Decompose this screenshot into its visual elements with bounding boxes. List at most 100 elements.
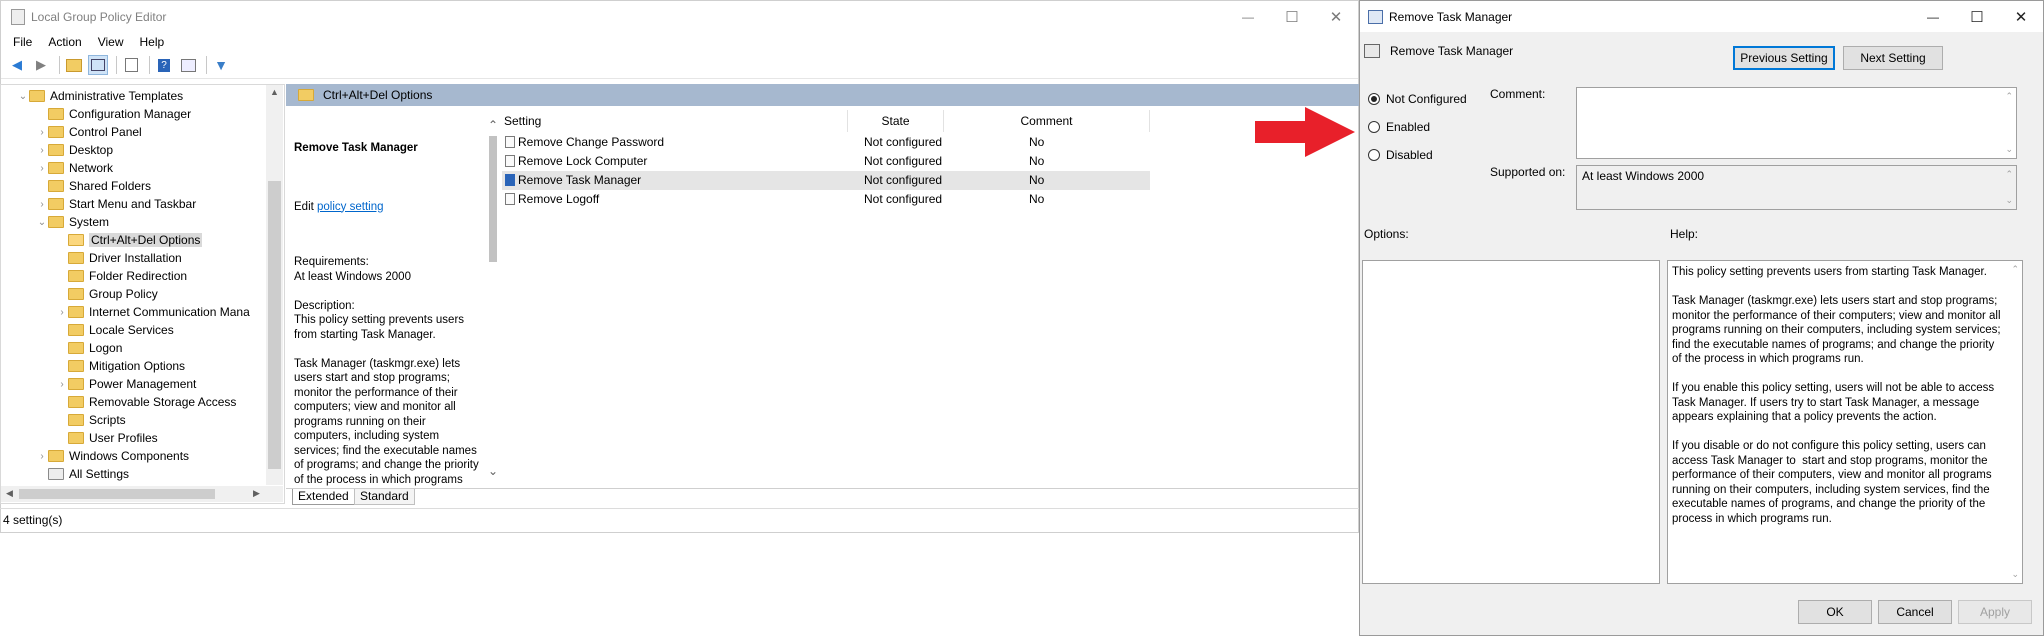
minimize-button[interactable]: — — [1226, 1, 1270, 32]
supported-on-label: Supported on: — [1490, 165, 1566, 179]
scroll-down-icon[interactable]: ⌄ — [488, 464, 498, 478]
cell-setting: Remove Lock Computer — [518, 154, 648, 168]
tree-item[interactable]: › Start Menu and Taskbar — [36, 195, 196, 213]
collapse-arrow-icon[interactable]: ⌄ — [36, 217, 48, 228]
scroll-up-icon[interactable]: ⌃ — [2005, 91, 2013, 102]
scroll-up-icon[interactable]: ⌃ — [2011, 264, 2019, 275]
dialog-minimize-button[interactable]: — — [1911, 1, 1955, 32]
tree-item[interactable]: Shared Folders — [36, 177, 151, 195]
tree-vertical-scrollbar[interactable]: ▲ — [266, 85, 283, 485]
tree-item[interactable]: › Internet Communication Mana — [56, 303, 249, 321]
column-comment[interactable]: Comment — [944, 110, 1150, 132]
close-button[interactable]: ✕ — [1314, 1, 1358, 32]
radio-button-selected[interactable] — [1368, 93, 1380, 105]
scroll-right-icon[interactable]: ▶ — [253, 488, 260, 499]
tree-item[interactable]: ⌄ Administrative Templates — [17, 87, 183, 105]
tree-item[interactable]: ⌄ System — [36, 213, 109, 231]
main-titlebar: Local Group Policy Editor — ☐ ✕ — [1, 1, 1358, 32]
expand-arrow-icon[interactable]: › — [36, 145, 48, 156]
tree-item[interactable]: Group Policy — [56, 285, 158, 303]
scroll-thumb[interactable] — [268, 181, 281, 469]
filter-icon[interactable]: ▼ — [211, 55, 231, 75]
tree-item[interactable]: › Power Management — [56, 375, 196, 393]
description-scrollbar[interactable]: ⌃ ⌄ — [486, 108, 500, 488]
edit-policy-link[interactable]: policy setting — [317, 201, 383, 213]
status-text: 4 setting(s) — [3, 513, 63, 527]
table-row[interactable]: Remove Change Password Not configured No — [502, 133, 1150, 152]
radio-not-configured[interactable]: Not Configured — [1368, 92, 1467, 106]
all-settings-icon — [48, 468, 64, 480]
scroll-down-icon[interactable]: ⌄ — [2005, 144, 2013, 155]
tree-item[interactable]: Configuration Manager — [36, 105, 191, 123]
radio-button[interactable] — [1368, 149, 1380, 161]
folder-icon — [68, 252, 84, 264]
tab-standard[interactable]: Standard — [354, 489, 415, 505]
radio-dot — [1371, 96, 1377, 102]
comment-textarea[interactable]: ⌃ ⌄ — [1576, 87, 2017, 159]
tree-item[interactable]: User Profiles — [56, 429, 158, 447]
up-folder-icon[interactable] — [64, 55, 84, 75]
scroll-thumb[interactable] — [489, 136, 497, 262]
column-state[interactable]: State — [848, 110, 944, 132]
radio-enabled[interactable]: Enabled — [1368, 120, 1430, 134]
menu-help[interactable]: Help — [132, 35, 173, 49]
table-row[interactable]: Remove Logoff Not configured No — [502, 190, 1150, 209]
tree-item[interactable]: Locale Services — [56, 321, 174, 339]
scroll-up-icon[interactable]: ⌃ — [488, 118, 498, 132]
cancel-button[interactable]: Cancel — [1878, 600, 1952, 624]
tree-item[interactable]: › Network — [36, 159, 113, 177]
back-icon[interactable]: ◀ — [7, 55, 27, 75]
tree-item[interactable]: Scripts — [56, 411, 126, 429]
expand-arrow-icon[interactable]: › — [36, 199, 48, 210]
help-icon[interactable]: ? — [154, 55, 174, 75]
folder-icon — [48, 180, 64, 192]
dialog-close-button[interactable]: ✕ — [1999, 1, 2043, 32]
tree-item[interactable]: Ctrl+Alt+Del Options — [56, 231, 203, 249]
tree-item[interactable]: Driver Installation — [56, 249, 182, 267]
scroll-up-icon[interactable]: ▲ — [270, 87, 279, 97]
tree-item[interactable]: › Windows Components — [36, 447, 189, 465]
folder-icon — [68, 234, 84, 246]
dialog-maximize-button[interactable]: ☐ — [1955, 1, 1999, 32]
scroll-thumb[interactable] — [19, 489, 215, 499]
tree-item[interactable]: Mitigation Options — [56, 357, 185, 375]
radio-button[interactable] — [1368, 121, 1380, 133]
tab-extended[interactable]: Extended — [292, 489, 355, 505]
radio-disabled[interactable]: Disabled — [1368, 148, 1433, 162]
show-hide-tree-icon[interactable] — [88, 55, 108, 75]
expand-arrow-icon[interactable]: › — [56, 379, 68, 390]
apply-button[interactable]: Apply — [1958, 600, 2032, 624]
folder-icon — [48, 144, 64, 156]
properties-icon[interactable] — [178, 55, 198, 75]
previous-setting-button[interactable]: Previous Setting — [1733, 46, 1835, 70]
tree-item[interactable]: All Settings — [36, 465, 129, 483]
menu-view[interactable]: View — [90, 35, 132, 49]
tree-horizontal-scrollbar[interactable]: ◀ ▶ — [1, 486, 283, 502]
next-setting-button[interactable]: Next Setting — [1843, 46, 1943, 70]
tree-item[interactable]: Folder Redirection — [56, 267, 187, 285]
dialog-titlebar: Remove Task Manager — ☐ ✕ — [1360, 1, 2043, 32]
tree-item[interactable]: Logon — [56, 339, 122, 357]
policy-setting-icon — [505, 155, 515, 167]
table-row[interactable]: Remove Lock Computer Not configured No — [502, 152, 1150, 171]
folder-icon — [48, 162, 64, 174]
scroll-down-icon[interactable]: ⌄ — [2011, 569, 2019, 580]
menu-file[interactable]: File — [5, 35, 40, 49]
expand-arrow-icon[interactable]: › — [36, 163, 48, 174]
expand-arrow-icon[interactable]: › — [56, 307, 68, 318]
export-list-icon[interactable] — [121, 55, 141, 75]
tree-item[interactable]: › Desktop — [36, 141, 113, 159]
maximize-button[interactable]: ☐ — [1270, 1, 1314, 32]
expand-arrow-icon[interactable]: › — [36, 451, 48, 462]
tree-item[interactable]: › Control Panel — [36, 123, 141, 141]
ok-button[interactable]: OK — [1798, 600, 1872, 624]
collapse-arrow-icon[interactable]: ⌄ — [17, 91, 29, 102]
dialog-title: Remove Task Manager — [1389, 9, 1513, 24]
column-setting[interactable]: Setting — [502, 110, 848, 132]
tree-item[interactable]: Removable Storage Access — [56, 393, 236, 411]
scroll-left-icon[interactable]: ◀ — [6, 488, 13, 499]
expand-arrow-icon[interactable]: › — [36, 127, 48, 138]
table-row[interactable]: Remove Task Manager Not configured No — [502, 171, 1150, 190]
forward-icon[interactable]: ▶ — [31, 55, 51, 75]
menu-action[interactable]: Action — [40, 35, 89, 49]
